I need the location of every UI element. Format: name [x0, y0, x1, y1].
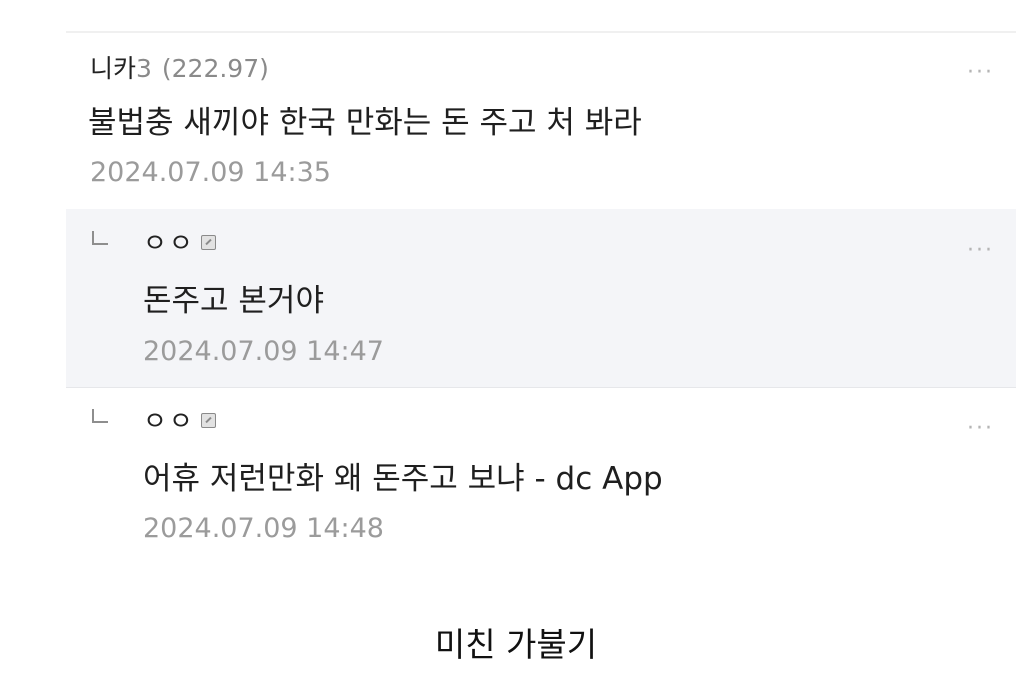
gallog-icon[interactable]	[200, 413, 216, 428]
reply-text: 어휴 저런만화 왜 돈주고 보냐 - dc App	[143, 461, 663, 497]
caption-text: 미친 가불기	[434, 625, 598, 664]
reply-date: 2024.07.09 14:48	[143, 513, 384, 544]
comment-item: 니카3 (222.97) ··· 불법충 새끼야 한국 만화는 돈 주고 처 봐…	[66, 33, 1016, 208]
more-options-icon[interactable]: ···	[967, 240, 994, 262]
author-nickname[interactable]: ㅇㅇ	[143, 407, 195, 437]
comment-author[interactable]: 니카3 (222.97)	[90, 54, 269, 84]
reply-arrow-icon	[92, 231, 108, 245]
gallog-icon[interactable]	[200, 235, 216, 250]
author-nickname[interactable]: ㅇㅇ	[143, 229, 195, 259]
more-options-icon[interactable]: ···	[967, 418, 994, 440]
more-options-icon[interactable]: ···	[967, 62, 994, 84]
author-nickname[interactable]: 니카	[90, 54, 136, 83]
comment-text: 불법충 새끼야 한국 만화는 돈 주고 처 봐라	[88, 105, 642, 141]
comment-date: 2024.07.09 14:35	[90, 157, 331, 188]
author-ip: (222.97)	[161, 54, 269, 83]
reply-author[interactable]: ㅇㅇ	[143, 229, 216, 259]
reply-author[interactable]: ㅇㅇ	[143, 407, 216, 437]
reply-date: 2024.07.09 14:47	[143, 336, 384, 367]
reply-item: ㅇㅇ ··· 돈주고 본거야 2024.07.09 14:47	[66, 209, 1016, 388]
reply-text: 돈주고 본거야	[143, 283, 324, 319]
reply-item: ㅇㅇ ··· 어휴 저런만화 왜 돈주고 보냐 - dc App 2024.07…	[66, 389, 1016, 559]
reply-arrow-icon	[92, 409, 108, 423]
author-nickname-suffix[interactable]: 3	[136, 54, 152, 83]
